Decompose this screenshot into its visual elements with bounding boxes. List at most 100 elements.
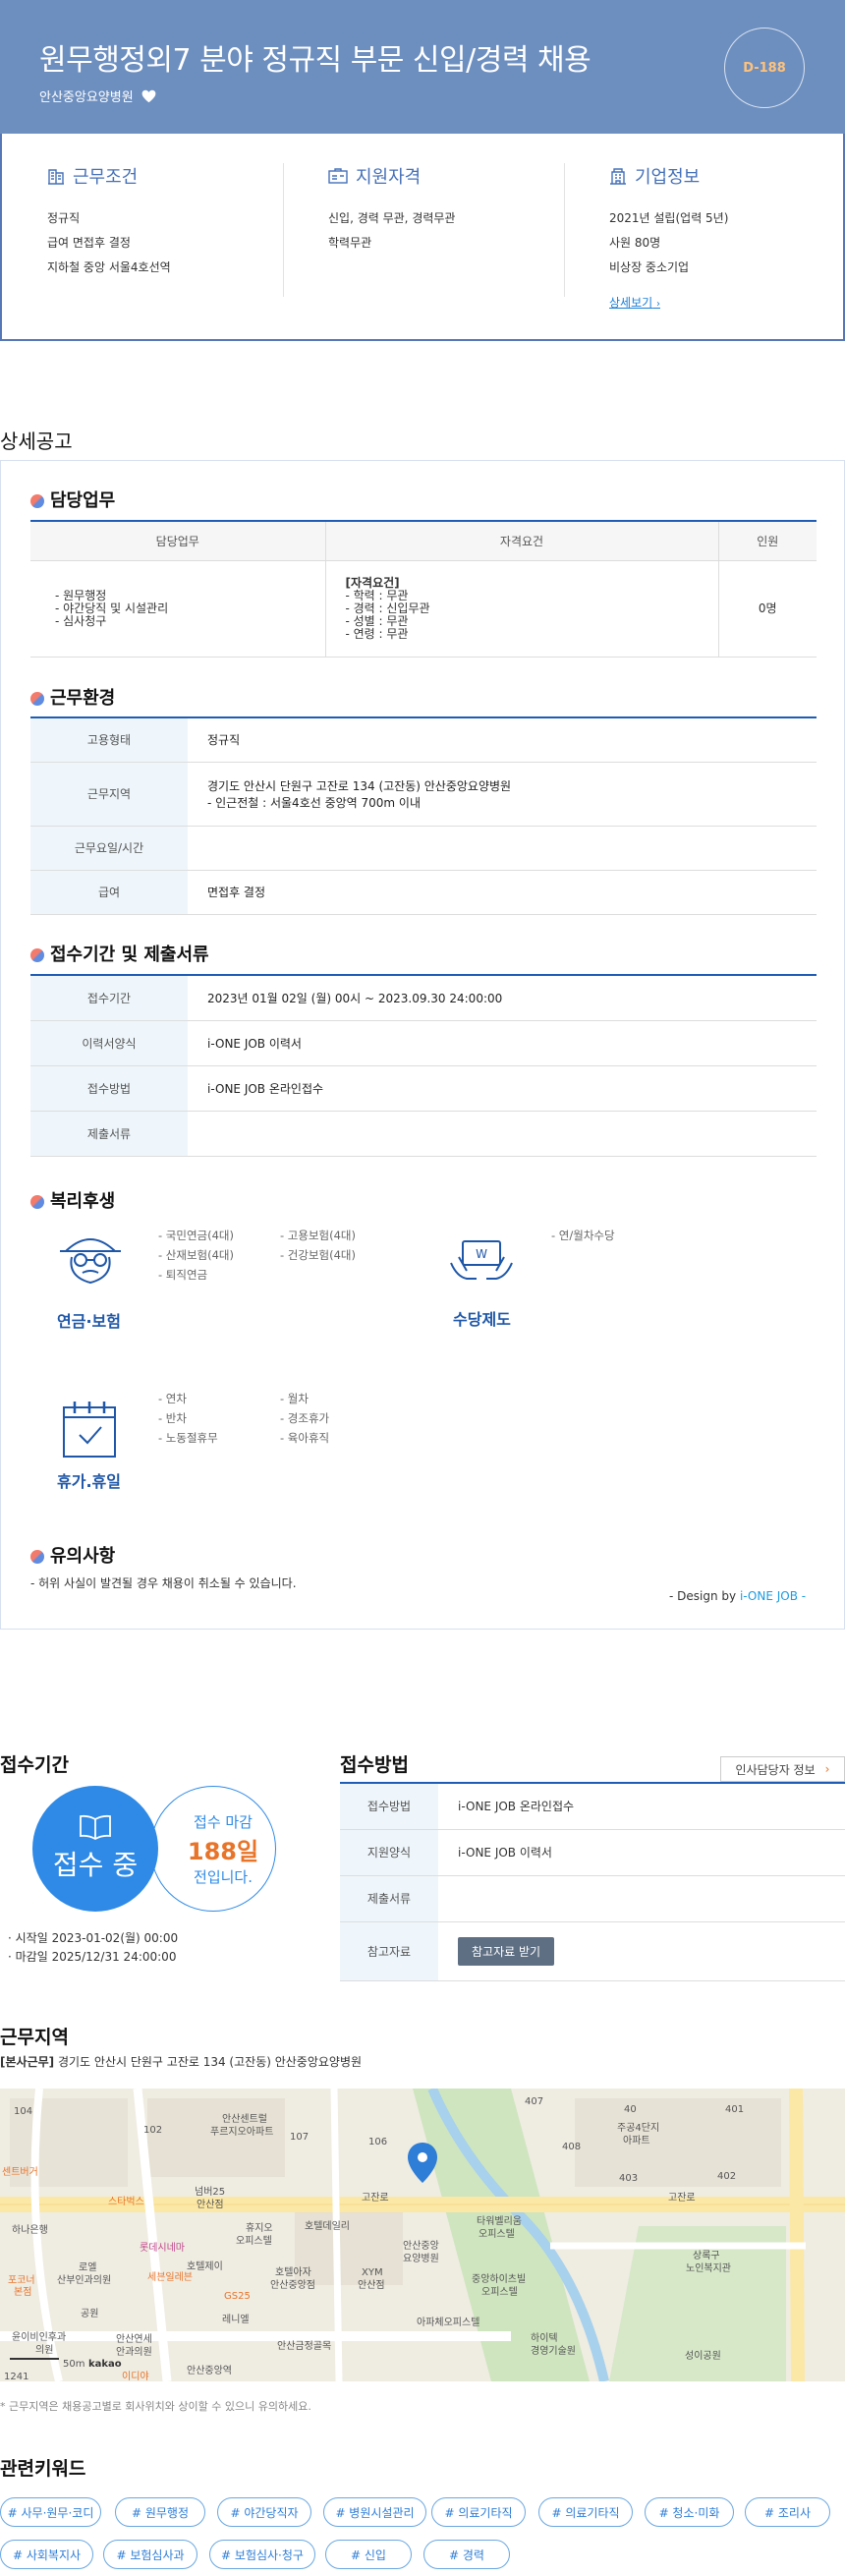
heart-icon[interactable] [141, 89, 156, 103]
env-value: 경기도 안산시 단원구 고잔로 134 (고잔동) 안산중앙요양병원 - 인근전철… [188, 762, 817, 827]
env-title-text: 근무환경 [50, 688, 116, 709]
period-title-text: 접수기간 및 제출서류 [50, 945, 209, 965]
keyword-chip[interactable]: # 보험심사·청구 [209, 2540, 315, 2569]
map-label: 성이공원 [685, 2350, 721, 2362]
welfare-item: - 국민연금(4대) [158, 1229, 234, 1242]
map-label: 40 [624, 2104, 637, 2115]
summary-line: 학력무관 [328, 236, 372, 250]
period-key: 제출서류 [30, 1111, 188, 1157]
period-value: i-ONE JOB 온라인접수 [188, 1065, 817, 1112]
keyword-chip[interactable]: # 병원시설관리 [323, 2497, 426, 2527]
duty-table: 담당업무 자격요건 인원 - 원무행정 - 야간당직 및 시설관리 - 심사청구… [30, 520, 817, 658]
period-value [188, 1111, 817, 1157]
map-label: 레니엘 [222, 2313, 250, 2325]
map-canvas[interactable]: 104 102 안산센트럴 푸르지오아파트 107 106 407 408 40… [0, 2089, 845, 2381]
dday-badge: D-188 [724, 28, 805, 108]
map-label: 안산점 [358, 2279, 385, 2291]
keyword-chip[interactable]: # 청소·미화 [645, 2497, 734, 2527]
duty-title-text: 담당업무 [50, 490, 116, 511]
location-address-text: 경기도 안산시 단원구 고잔로 134 (고잔동) 안산중앙요양병원 [57, 2055, 363, 2069]
deadline-label: 접수 마감 [194, 1812, 253, 1831]
task-line: - 야간당직 및 시설관리 [55, 601, 169, 615]
summary-company: 기업정보 2021년 설립(업력 5년) 사원 80명 비상장 중소기업 상세보… [609, 163, 845, 311]
summary-work-title: 근무조건 [73, 167, 139, 188]
apply-value [438, 1875, 845, 1922]
keyword-chip[interactable]: # 조리사 [745, 2497, 830, 2527]
welfare-title-text: 복리후생 [50, 1191, 116, 1212]
bullet-dot-icon [30, 1549, 44, 1564]
apply-method-table: 접수방법 i-ONE JOB 온라인접수 지원양식 i-ONE JOB 이력서 제출… [340, 1782, 845, 1981]
keyword-chip[interactable]: # 신입 [325, 2540, 412, 2569]
map-label: 넘버25 [195, 2186, 225, 2198]
map-label: 407 [525, 2096, 543, 2107]
svg-text:W: W [476, 1247, 487, 1261]
welfare-item: - 고용보험(4대) [280, 1229, 356, 1242]
env-title: 근무환경 [30, 684, 115, 710]
welfare-item: - 연차 [158, 1392, 187, 1405]
download-reference-button[interactable]: 참고자료 받기 [458, 1936, 555, 1966]
design-prefix: - Design by [669, 1589, 740, 1603]
summary-company-title: 기업정보 [635, 167, 701, 188]
map-label: 세븐일레븐 [147, 2271, 193, 2283]
map-label: 안산금정골목 [277, 2340, 331, 2352]
map-label: XYM [362, 2267, 383, 2278]
task-line: - 원무행정 [55, 588, 107, 602]
summary-qualification: 지원자격 신입, 경력 무관, 경력무관 학력무관 [328, 163, 564, 256]
map-label: 본점 [14, 2286, 31, 2298]
period-key: 이력서양식 [30, 1020, 188, 1066]
divider [283, 163, 284, 297]
map-label: 104 [14, 2106, 32, 2117]
summary-work: 근무조건 정규직 급여 면접후 결정 지하철 중앙 서울4호선역 [47, 163, 283, 280]
table-header: 자격요건 [325, 521, 719, 561]
apply-key: 접수방법 [340, 1783, 438, 1830]
duty-headcount: 0명 [718, 560, 817, 658]
start-date: · 시작일 2023-01-02(월) 00:00 [8, 1931, 179, 1945]
address-line: 경기도 안산시 단원구 고잔로 134 (고잔동) 안산중앙요양병원 [207, 778, 512, 793]
map-label: 공원 [81, 2308, 98, 2319]
duty-tasks: - 원무행정 - 야간당직 및 시설관리 - 심사청구 [30, 560, 326, 658]
table-header: 담당업무 [30, 521, 326, 561]
id-card-icon [328, 168, 348, 184]
status-text: 접수 중 [52, 1849, 139, 1881]
keyword-chip[interactable]: # 보험심사과 [103, 2540, 197, 2569]
location-map[interactable]: 104 102 안산센트럴 푸르지오아파트 107 106 407 408 40… [0, 2089, 845, 2381]
map-label: 푸르지오아파트 [210, 2126, 273, 2138]
welfare-item: - 산재보험(4대) [158, 1248, 234, 1262]
welfare-item: - 경조휴가 [280, 1411, 330, 1425]
summary-card: 근무조건 정규직 급여 면접후 결정 지하철 중앙 서울4호선역 지원자격 신입… [0, 134, 845, 341]
map-label: 안산점 [197, 2199, 224, 2210]
keyword-chip[interactable]: # 사무·원무·코디 [0, 2497, 101, 2527]
deadline-suffix: 전입니다. [194, 1867, 253, 1886]
subway-line: - 인근전철 : 서울4호선 중앙역 700m 이내 [207, 795, 422, 810]
location-note: * 근무지역은 채용공고별로 회사위치와 상이할 수 있으니 유의하세요. [0, 2400, 311, 2413]
map-label: 호텔제이 [187, 2261, 223, 2272]
bullet-dot-icon [30, 947, 44, 962]
company-name[interactable]: 안산중앙요양병원 [39, 86, 156, 105]
welfare-item: - 건강보험(4대) [280, 1248, 356, 1262]
keyword-chip[interactable]: # 의료기타직 [431, 2497, 526, 2527]
keyword-chip[interactable]: # 의료기타직 [538, 2497, 633, 2527]
start-date-text: 시작일 2023-01-02(월) 00:00 [15, 1931, 179, 1945]
map-label: 윤이비인후과 [12, 2331, 66, 2343]
keyword-chip[interactable]: # 경력 [423, 2540, 510, 2569]
keyword-chip[interactable]: # 야간당직자 [217, 2497, 311, 2527]
summary-line: 지하철 중앙 서울4호선역 [47, 260, 171, 274]
welfare-title: 복리후생 [30, 1187, 115, 1213]
map-label: 산부인과의원 [57, 2274, 111, 2286]
company-detail-link[interactable]: 상세보기 › [609, 294, 660, 311]
keyword-chip[interactable]: # 사회복지사 [0, 2540, 93, 2569]
req-line: - 경력 : 신입무관 [345, 601, 430, 615]
map-label: 중앙하이츠빌 [472, 2272, 526, 2285]
hr-contact-button[interactable]: 인사담당자 정보 › [720, 1756, 845, 1782]
summary-line: 신입, 경력 무관, 경력무관 [328, 211, 456, 225]
allowance-label: 수당제도 [453, 1310, 511, 1329]
keyword-chip[interactable]: # 원무행정 [115, 2497, 205, 2527]
bullet-dot-icon [30, 1194, 44, 1209]
location-title: 근무지역 [0, 2027, 69, 2048]
map-label: 하나은행 [12, 2223, 48, 2236]
map-label: 이디야 [122, 2371, 149, 2381]
env-key: 급여 [30, 870, 188, 915]
map-label: 로엘 [79, 2261, 96, 2273]
map-label: 포코너 [8, 2274, 35, 2286]
map-label: GS25 [224, 2291, 251, 2302]
